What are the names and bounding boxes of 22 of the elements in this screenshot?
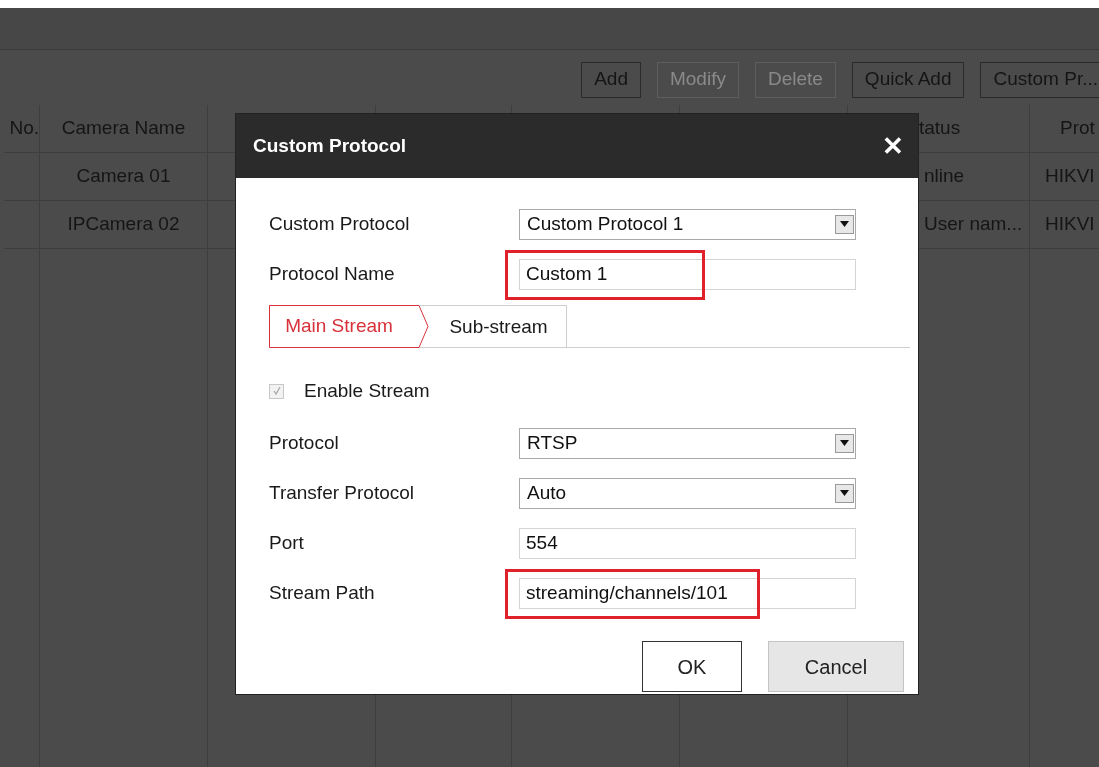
input-field[interactable]: 554: [519, 527, 856, 559]
dropdown[interactable]: Auto: [519, 477, 856, 509]
caret-icon: [835, 214, 854, 234]
checkbox-label: Enable Stream: [304, 378, 430, 403]
field-label: Stream Path: [269, 580, 376, 605]
field-label: Protocol: [269, 430, 340, 455]
dropdown[interactable]: RTSP: [519, 427, 856, 459]
check-icon: [271, 386, 282, 396]
field-label: Transfer Protocol: [269, 480, 415, 505]
dialog-button[interactable]: OK: [642, 641, 742, 692]
field-label: Protocol Name: [269, 261, 396, 286]
tab[interactable]: Sub-stream: [419, 305, 567, 348]
field-label: Custom Protocol: [269, 211, 411, 236]
input-field[interactable]: Custom 1: [519, 258, 856, 290]
caret-icon: [835, 483, 854, 503]
dialog-button[interactable]: Cancel: [768, 641, 904, 692]
caret-icon: [835, 433, 854, 453]
dropdown[interactable]: Custom Protocol 1: [519, 208, 856, 240]
input-field[interactable]: streaming/channels/101: [519, 577, 856, 609]
dialog-title: Custom Protocol: [253, 133, 407, 158]
tab[interactable]: Main Stream: [269, 305, 429, 348]
field-label: Port: [269, 530, 305, 555]
